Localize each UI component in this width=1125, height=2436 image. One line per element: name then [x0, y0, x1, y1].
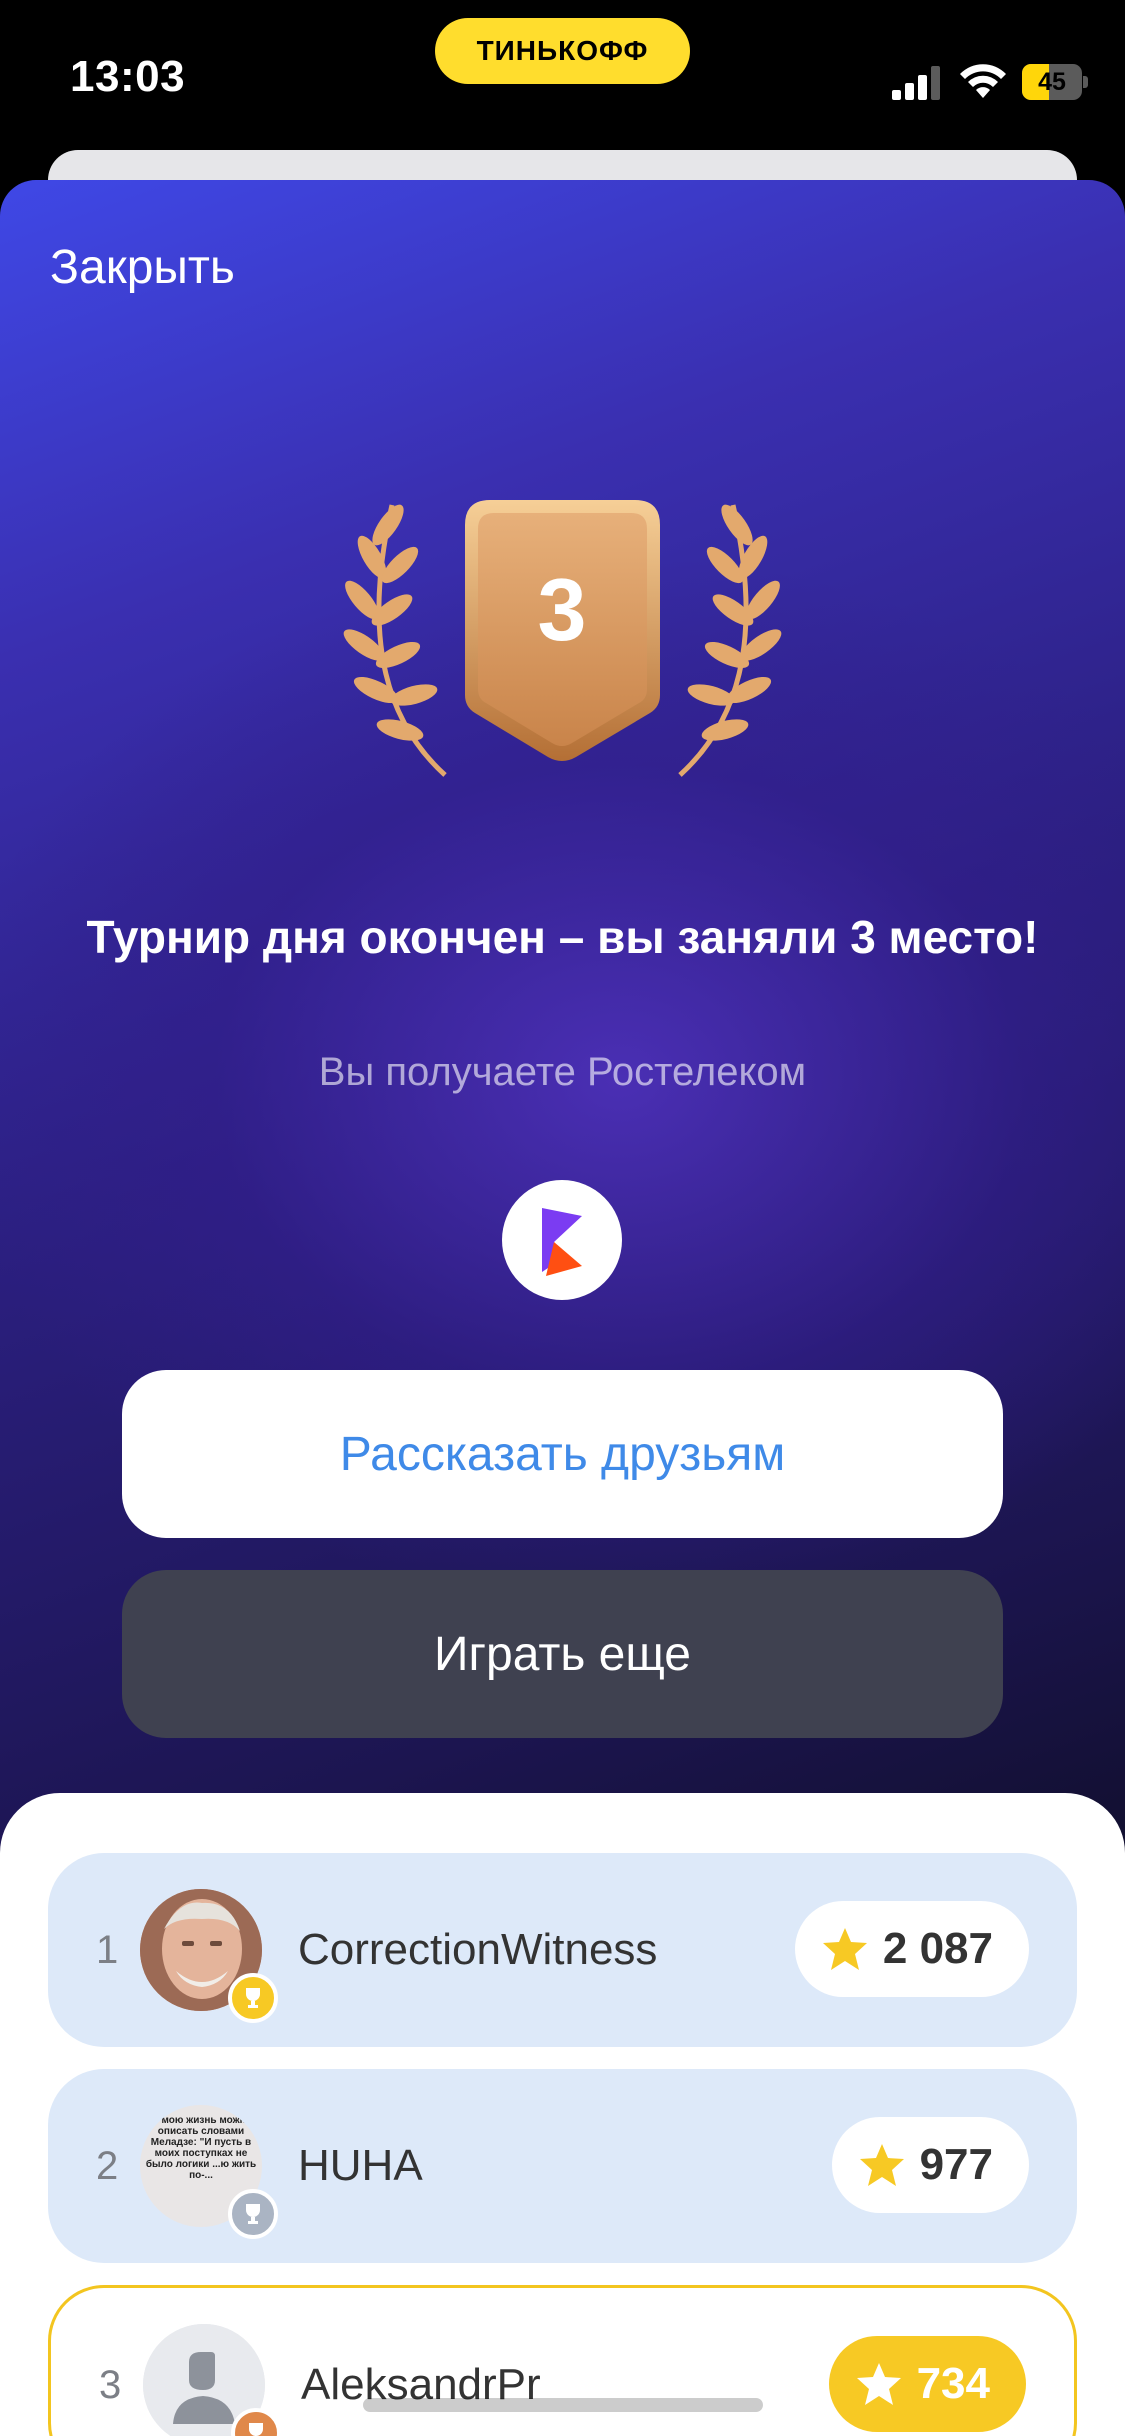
prize-text: Вы получаете Ростелеком [318, 1050, 807, 1094]
player-name: HUHA [298, 2141, 423, 2190]
score-badge: 977 [831, 2117, 1029, 2213]
star-icon [822, 1928, 867, 1970]
home-indicator[interactable] [363, 2398, 763, 2412]
status-time: 13:03 [70, 52, 186, 101]
play-again-button[interactable]: Играть еще [122, 1570, 1003, 1738]
cellular-signal-icon [892, 66, 940, 100]
row-rank: 2 [96, 2143, 119, 2188]
score-value: 2 087 [882, 1924, 993, 1973]
score-badge: 734 [828, 2336, 1026, 2432]
leaderboard-row-current-user[interactable]: 3 AleksandrPr 734 [48, 2285, 1077, 2436]
place-number: 3 [537, 560, 587, 659]
score-badge: 2 087 [794, 1901, 1029, 1997]
row-rank: 3 [99, 2362, 122, 2407]
meme-avatar-text: ю мою жизнь можно описать словами Меладз… [145, 2115, 257, 2181]
battery-level: 45 [1038, 67, 1066, 96]
score-value: 977 [919, 2140, 993, 2189]
carrier-pill: ТИНЬКОФФ [435, 18, 690, 84]
row-rank: 1 [96, 1927, 119, 1972]
leaderboard-row[interactable]: 2 ю мою жизнь можно описать словами Мела… [48, 2069, 1077, 2263]
share-with-friends-button[interactable]: Рассказать друзьям [122, 1370, 1003, 1538]
result-title: Турнир дня окончен – вы заняли 3 место! [86, 911, 1039, 963]
close-button[interactable]: Закрыть [50, 240, 235, 295]
leaderboard: 1 CorrectionWitness 2 087 2 ю мою жизнь … [0, 1793, 1125, 2436]
gold-trophy-icon [228, 1973, 278, 2023]
status-bar: 13:03 ТИНЬКОФФ 45 [0, 0, 1125, 150]
leaderboard-row[interactable]: 1 CorrectionWitness 2 087 [48, 1853, 1077, 2047]
player-name: AleksandrPr [301, 2360, 541, 2409]
score-value: 734 [916, 2359, 990, 2408]
wifi-icon [960, 64, 1006, 98]
rostelecom-logo-icon [502, 1180, 622, 1300]
star-icon [856, 2363, 901, 2405]
silver-trophy-icon [228, 2189, 278, 2239]
battery-icon: 45 [1022, 64, 1088, 100]
place-award: 3 [330, 495, 795, 795]
star-icon [859, 2144, 904, 2186]
player-name: CorrectionWitness [298, 1925, 658, 1974]
